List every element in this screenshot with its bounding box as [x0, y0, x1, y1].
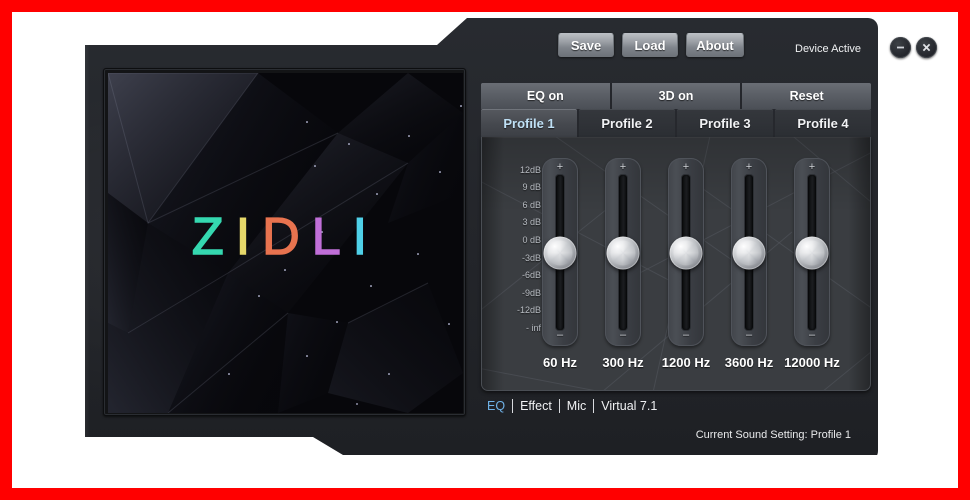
slider-knob[interactable] — [732, 236, 766, 269]
logo-letter: L — [311, 208, 353, 266]
slider-decrease-icon[interactable]: – — [809, 330, 815, 341]
nav-item-mic[interactable]: Mic — [567, 399, 586, 413]
slider-increase-icon[interactable]: + — [620, 162, 626, 173]
db-scale-label: - inf — [525, 322, 541, 333]
slider-decrease-icon[interactable]: – — [746, 330, 752, 341]
slider-increase-icon[interactable]: + — [809, 162, 815, 173]
db-scale-label: -6dB — [521, 270, 541, 281]
nav-separator — [558, 399, 560, 413]
eq-band-frequency-label: 12000 Hz — [784, 355, 840, 370]
profile-tab-row: Profile 1 Profile 2 Profile 3 Profile 4 — [481, 109, 871, 137]
slider-decrease-icon[interactable]: – — [557, 330, 563, 341]
brand-logo: ZIDLI — [108, 208, 463, 266]
about-button[interactable]: About — [686, 33, 744, 57]
mode-button-row: EQ on 3D on Reset — [481, 83, 871, 109]
logo-letter: D — [261, 208, 312, 266]
audio-control-panel-window: ZIDLI Save Load About Device Active EQ o… — [85, 18, 937, 461]
logo-letter: I — [235, 208, 263, 266]
brand-preview-pane: ZIDLI — [103, 68, 466, 416]
desktop-canvas: ZIDLI Save Load About Device Active EQ o… — [12, 12, 958, 488]
db-scale-label: -12dB — [516, 305, 541, 316]
logo-letter: I — [352, 208, 380, 266]
slider-knob[interactable] — [606, 236, 640, 269]
minimize-button[interactable] — [890, 37, 911, 58]
nav-separator — [593, 399, 595, 413]
slider-knob[interactable] — [543, 236, 577, 269]
brand-artwork: ZIDLI — [108, 73, 463, 413]
status-bar: Current Sound Setting: Profile 1 — [695, 429, 851, 441]
logo-letter: Z — [191, 208, 236, 266]
mode-button-3d-toggle[interactable]: 3D on — [611, 83, 743, 109]
db-scale-label: 9 dB — [522, 182, 541, 193]
slider-knob[interactable] — [795, 236, 829, 269]
mode-button-eq-toggle[interactable]: EQ on — [481, 83, 612, 109]
db-scale-label: 12dB — [519, 164, 541, 175]
eq-slider-3[interactable]: + – — [668, 158, 704, 346]
eq-slider-5[interactable]: + – — [794, 158, 830, 346]
db-scale-label: 6 dB — [522, 199, 541, 210]
close-icon — [922, 43, 931, 52]
controls-column: Save Load About Device Active EQ on 3D o… — [475, 18, 937, 455]
eq-slider-1[interactable]: + – — [542, 158, 578, 346]
save-button[interactable]: Save — [558, 33, 614, 57]
minimize-icon — [897, 46, 904, 49]
nav-item-virtual-7-1[interactable]: Virtual 7.1 — [601, 399, 657, 413]
nav-item-eq[interactable]: EQ — [487, 399, 505, 413]
close-button[interactable] — [916, 37, 937, 58]
device-status-label: Device Active — [795, 43, 862, 55]
slider-knob[interactable] — [669, 236, 703, 269]
slider-increase-icon[interactable]: + — [746, 162, 752, 173]
profile-tab-1[interactable]: Profile 1 — [481, 109, 577, 137]
profile-tab-3[interactable]: Profile 3 — [677, 109, 773, 137]
db-scale-label: 3 dB — [522, 217, 541, 228]
equalizer-panel: 12dB 9 dB 6 dB 3 dB 0 dB -3dB -6dB -9dB -12dB - i… — [481, 137, 871, 391]
nav-item-effect[interactable]: Effect — [520, 399, 552, 413]
screenshot-frame: ZIDLI Save Load About Device Active EQ o… — [0, 0, 970, 500]
db-scale-label: -3dB — [521, 252, 541, 263]
slider-decrease-icon[interactable]: – — [683, 330, 689, 341]
profile-tab-2[interactable]: Profile 2 — [579, 109, 675, 137]
db-scale-label: -9dB — [521, 287, 541, 298]
section-nav: EQ Effect Mic Virtual 7.1 — [487, 399, 657, 413]
slider-increase-icon[interactable]: + — [683, 162, 689, 173]
nav-separator — [512, 399, 514, 413]
slider-increase-icon[interactable]: + — [557, 162, 563, 173]
eq-slider-2[interactable]: + – — [605, 158, 641, 346]
mode-button-reset[interactable]: Reset — [742, 83, 871, 109]
eq-slider-4[interactable]: + – — [731, 158, 767, 346]
slider-decrease-icon[interactable]: – — [620, 330, 626, 341]
load-button[interactable]: Load — [622, 33, 678, 57]
profile-tab-4[interactable]: Profile 4 — [775, 109, 871, 137]
db-scale-label: 0 dB — [522, 234, 541, 245]
